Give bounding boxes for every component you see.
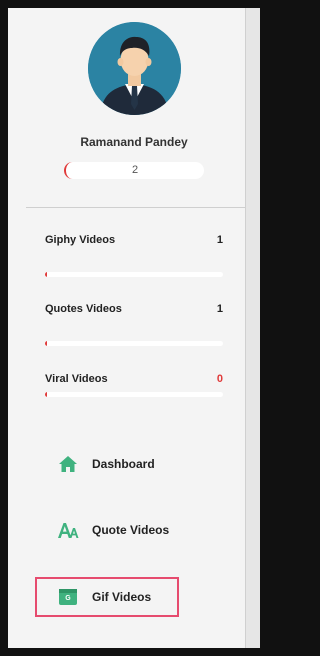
stat-progress-fill — [45, 341, 47, 346]
user-count-badge: 2 — [64, 162, 204, 179]
sidebar-panel: Ramanand Pandey 2 Giphy Videos 1 Quotes … — [8, 8, 260, 648]
user-name: Ramanand Pandey — [80, 135, 188, 149]
stat-value: 1 — [216, 234, 223, 246]
nav-label: Dashboard — [92, 457, 155, 471]
stat-progress-fill — [45, 272, 47, 277]
gif-icon: G — [57, 586, 79, 608]
divider — [26, 207, 246, 208]
user-avatar-illustration — [88, 22, 181, 115]
stat-progress-bar — [45, 272, 223, 277]
nav-label: Gif Videos — [92, 590, 152, 604]
stat-progress-bar — [45, 392, 223, 397]
quote-letters-icon — [57, 519, 79, 541]
avatar[interactable] — [88, 22, 181, 115]
vertical-scrollbar[interactable] — [245, 8, 260, 648]
stat-value: 1 — [216, 303, 223, 315]
nav-item-gif-videos[interactable]: G Gif Videos — [35, 577, 179, 617]
stat-progress-bar — [45, 341, 223, 346]
stat-label: Quotes Videos — [45, 303, 122, 315]
stat-value: 0 — [216, 373, 223, 385]
home-icon — [57, 453, 79, 475]
nav-item-quote-videos[interactable]: Quote Videos — [44, 510, 178, 550]
gif-icon-letter: G — [65, 595, 71, 602]
nav-label: Quote Videos — [92, 523, 170, 537]
stat-progress-fill — [45, 392, 47, 397]
stat-label: Viral Videos — [45, 373, 108, 385]
stat-label: Giphy Videos — [45, 234, 116, 246]
nav-item-dashboard[interactable]: Dashboard — [44, 444, 178, 484]
